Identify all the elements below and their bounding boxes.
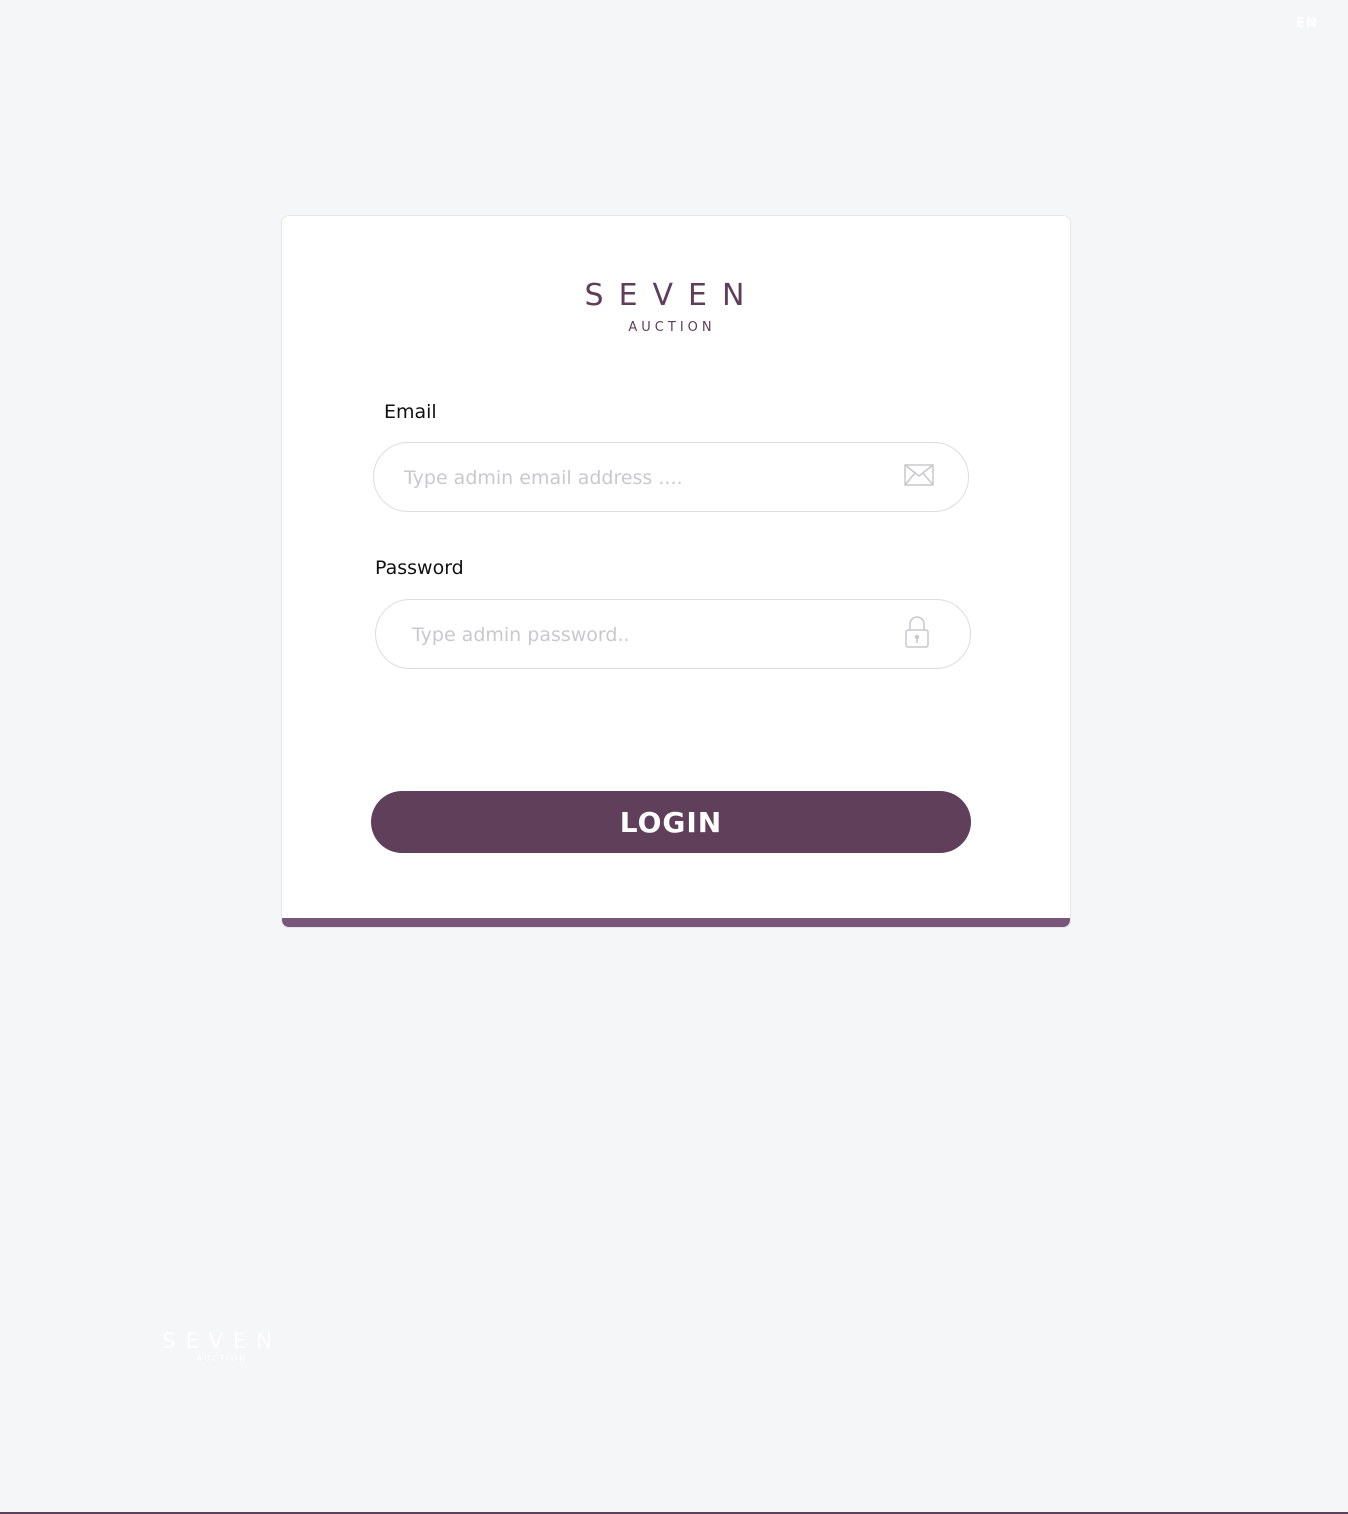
footer-logo-subtitle: AUCTION [196, 1354, 248, 1363]
brand-logo-wordmark: SEVEN [585, 278, 760, 312]
email-input[interactable] [402, 443, 876, 513]
lock-icon [904, 615, 930, 653]
language-switcher[interactable]: EN [1296, 16, 1318, 31]
footer-logo-wordmark: SEVEN [162, 1329, 282, 1352]
envelope-icon [904, 464, 934, 490]
footer-logo-text: SEVEN [162, 1329, 282, 1352]
email-field[interactable] [373, 442, 969, 513]
password-label: Password [375, 557, 464, 579]
password-input[interactable] [410, 600, 884, 670]
email-label: Email [384, 401, 437, 423]
login-card: SEVEN AUCTION Email Password LOGIN [281, 215, 1071, 928]
brand-logo: SEVEN AUCTION [582, 276, 762, 335]
login-button[interactable]: LOGIN [371, 791, 971, 853]
brand-logo-subtitle: AUCTION [628, 320, 716, 335]
card-accent-bar [282, 918, 1070, 927]
password-field[interactable] [375, 599, 971, 670]
footer-logo: SEVEN AUCTION [160, 1328, 284, 1363]
brand-logo-text: SEVEN [585, 278, 760, 312]
